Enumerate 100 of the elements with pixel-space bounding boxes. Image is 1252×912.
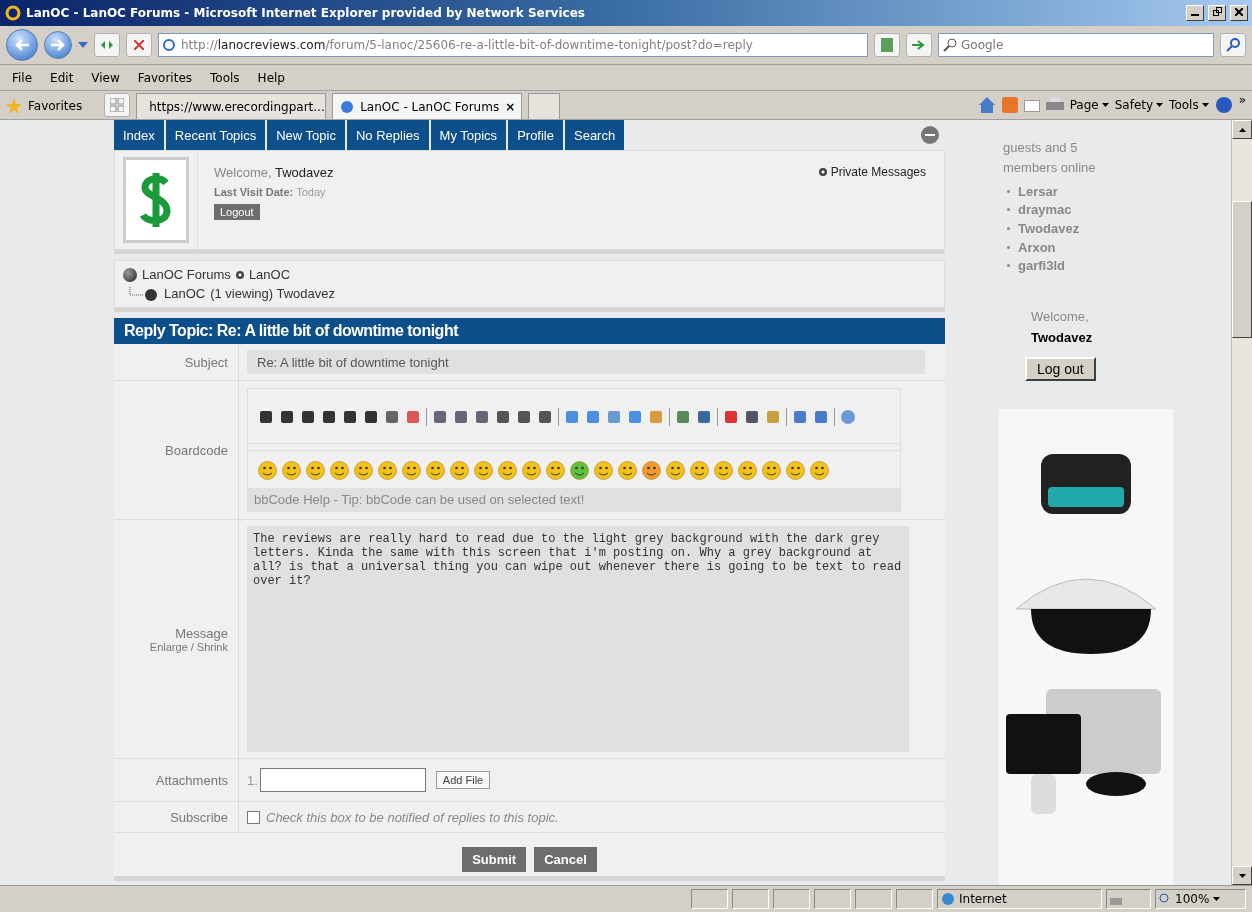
menu-item[interactable]: File (6, 70, 39, 85)
message-field[interactable]: The reviews are really hard to read due to the light grey background with the dark grey letters. Kinda the same with this screen that i'm posting on. Why a grey background at all? is that a universal thing you can wipe out whenever there is going to be text to read over it? (247, 526, 909, 752)
scroll-thumb[interactable] (1232, 201, 1252, 338)
smiley-icon[interactable] (762, 461, 781, 480)
smiley-icon[interactable] (402, 461, 421, 480)
welcome-text: Welcome, Twodavez (214, 165, 334, 180)
subscribe-checkbox[interactable] (247, 810, 260, 824)
zone-text: Internet (959, 892, 1007, 906)
smiley-icon[interactable] (522, 461, 541, 480)
nav-tab[interactable]: Index (114, 120, 164, 150)
dropdown-icon[interactable] (78, 42, 88, 48)
nav-tab[interactable]: Search (565, 120, 625, 150)
minus-icon (925, 134, 935, 136)
viewing-text: (1 viewing) Twodavez (210, 286, 335, 301)
browser-tab[interactable]: https://www.erecordingpart... (136, 93, 327, 119)
logout-button[interactable]: Logout (214, 204, 260, 220)
minimize-button[interactable] (1186, 5, 1204, 21)
smiley-icon[interactable] (282, 461, 301, 480)
search-icon (943, 38, 957, 52)
subscribe-text: Check this box to be notified of replies to this topic. (266, 809, 559, 825)
scroll-up-button[interactable] (1232, 120, 1252, 139)
scroll-down-button[interactable] (1232, 866, 1252, 885)
close-button[interactable] (1230, 5, 1248, 21)
nav-tab[interactable]: My Topics (430, 120, 507, 150)
smiley-icon[interactable] (786, 461, 805, 480)
refresh-icon (100, 39, 114, 51)
forward-button[interactable] (44, 31, 72, 59)
breadcrumb-link[interactable]: LanOC (248, 267, 291, 282)
printer-icon[interactable] (1045, 97, 1064, 113)
collapse-button[interactable] (921, 126, 939, 144)
smiley-icon[interactable] (354, 461, 373, 480)
command-menu[interactable]: Safety (1114, 98, 1164, 112)
search-field[interactable]: Google (938, 33, 1214, 57)
address-field[interactable]: http://lanocreviews.com/forum/5-lanoc/25606-re-a-little-bit-of-downtime-tonight/post?do=reply (158, 33, 868, 57)
log-out-button[interactable]: Log out (1025, 357, 1096, 382)
smiley-icon[interactable] (594, 461, 613, 480)
menu-item[interactable]: Edit (44, 70, 80, 85)
browser-tab[interactable]: LanOC - LanOC Forums × (332, 93, 523, 119)
menu-item[interactable]: Tools (204, 70, 246, 85)
menu-item[interactable]: Favorites (131, 70, 199, 85)
add-file-button[interactable]: Add File (435, 771, 491, 789)
compatibility-button[interactable] (874, 33, 900, 57)
help-icon[interactable] (1214, 96, 1233, 114)
smiley-icon[interactable] (810, 461, 829, 480)
home-icon[interactable] (977, 96, 996, 114)
enlarge-link[interactable]: Enlarge (149, 640, 188, 653)
nav-tab[interactable]: Profile (508, 120, 563, 150)
smiley-icon[interactable] (642, 461, 661, 480)
nav-tab[interactable]: New Topic (267, 120, 345, 150)
arrow-icon (912, 39, 926, 51)
smiley-icon[interactable] (330, 461, 349, 480)
help-icon[interactable] (840, 409, 856, 425)
status-pane (814, 889, 851, 909)
restore-icon (1212, 7, 1222, 16)
smiley-icon[interactable] (618, 461, 637, 480)
more-button[interactable]: » (1238, 93, 1246, 107)
caret-icon (1101, 103, 1109, 107)
file-field[interactable] (259, 768, 426, 792)
command-menu[interactable]: Tools (1169, 98, 1209, 112)
restore-button[interactable] (1208, 5, 1226, 21)
smiley-icon[interactable] (690, 461, 709, 480)
private-messages-link[interactable]: Private Messages (818, 165, 926, 179)
smiley-icon[interactable] (426, 461, 445, 480)
smiley-icon[interactable] (738, 461, 757, 480)
search-button[interactable] (1220, 33, 1246, 57)
star-icon[interactable] (6, 98, 22, 114)
nav-tab[interactable]: No Replies (346, 120, 429, 150)
submit-button[interactable]: Submit (462, 847, 527, 872)
smiley-icon[interactable] (258, 461, 277, 480)
back-button[interactable] (6, 29, 38, 61)
smiley-icon[interactable] (378, 461, 397, 480)
close-tab-button[interactable]: × (505, 99, 516, 114)
back-arrow-icon (15, 39, 29, 51)
smiley-icon[interactable] (498, 461, 517, 480)
smiley-icon[interactable] (714, 461, 733, 480)
bullet-icon (235, 270, 244, 279)
command-menu[interactable]: Page (1069, 98, 1109, 112)
stop-button[interactable] (126, 33, 152, 57)
menu-item[interactable]: Help (251, 70, 291, 85)
cancel-button[interactable]: Cancel (534, 847, 597, 872)
smiley-icon[interactable] (306, 461, 325, 480)
nav-tab[interactable]: Recent Topics (165, 120, 266, 150)
search-placeholder: Google (961, 38, 1004, 52)
mail-icon[interactable] (1023, 100, 1040, 112)
subject-field[interactable]: Re: A little bit of downtime tonight (247, 350, 925, 374)
shrink-link[interactable]: Shrink (196, 640, 228, 653)
menu-item[interactable]: View (85, 70, 126, 85)
smiley-icon[interactable] (474, 461, 493, 480)
favorites-label[interactable]: Favorites (28, 99, 83, 113)
browser-logo-icon (4, 4, 22, 22)
smiley-icon[interactable] (570, 461, 589, 480)
go-button[interactable] (906, 33, 932, 57)
close-icon (1235, 8, 1243, 16)
smiley-icon[interactable] (450, 461, 469, 480)
forum-link[interactable]: LanOC (164, 286, 206, 301)
refresh-button[interactable] (94, 33, 120, 57)
smiley-icon[interactable] (546, 461, 565, 480)
smiley-icon[interactable] (666, 461, 685, 480)
bbcode-help-tip: bbCode Help - Tip: bbCode can be used on selected text! (248, 488, 900, 511)
breadcrumb-link[interactable]: LanOC Forums (142, 267, 231, 282)
